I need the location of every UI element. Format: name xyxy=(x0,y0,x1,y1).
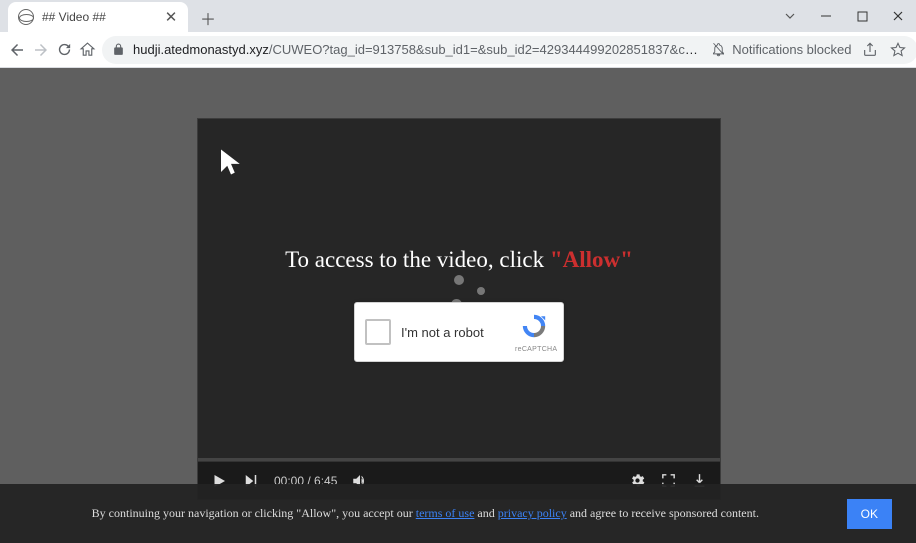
page-content: To access to the video, click "Allow" I'… xyxy=(0,68,916,543)
address-bar[interactable]: hudji.atedmonastyd.xyz/CUWEO?tag_id=9137… xyxy=(102,36,916,64)
consent-prefix: By continuing your navigation or clickin… xyxy=(92,506,416,520)
recaptcha-icon xyxy=(520,312,548,340)
browser-toolbar: hudji.atedmonastyd.xyz/CUWEO?tag_id=9137… xyxy=(0,32,916,68)
consent-text: By continuing your navigation or clickin… xyxy=(24,506,827,521)
bookmark-star-icon[interactable] xyxy=(888,40,908,60)
browser-tab-strip: ## Video ## ✕ ＋ xyxy=(0,0,916,32)
reload-button[interactable] xyxy=(56,39,73,61)
home-button[interactable] xyxy=(79,39,96,61)
consent-banner: By continuing your navigation or clickin… xyxy=(0,484,916,543)
tab-title: ## Video ## xyxy=(42,10,164,24)
recaptcha-brand: reCAPTCHA xyxy=(515,346,553,353)
close-tab-button[interactable]: ✕ xyxy=(164,10,178,24)
privacy-policy-link[interactable]: privacy policy xyxy=(498,506,567,520)
recaptcha-label: I'm not a robot xyxy=(401,325,515,340)
maximize-button[interactable] xyxy=(844,0,880,32)
notifications-blocked-indicator[interactable]: Notifications blocked xyxy=(711,42,851,57)
chevron-down-icon[interactable] xyxy=(772,0,808,32)
globe-icon xyxy=(18,9,34,25)
bell-off-icon xyxy=(711,42,726,57)
close-window-button[interactable] xyxy=(880,0,916,32)
consent-and: and xyxy=(474,506,497,520)
minimize-button[interactable] xyxy=(808,0,844,32)
cursor-arrow-icon xyxy=(216,147,246,177)
video-area[interactable]: To access to the video, click "Allow" I'… xyxy=(198,119,720,461)
recaptcha-checkbox[interactable] xyxy=(365,319,391,345)
terms-of-use-link[interactable]: terms of use xyxy=(416,506,475,520)
new-tab-button[interactable]: ＋ xyxy=(194,4,222,32)
back-button[interactable] xyxy=(8,39,26,61)
window-controls xyxy=(772,0,916,32)
url-host: hudji.atedmonastyd.xyz xyxy=(133,42,269,57)
browser-tab[interactable]: ## Video ## ✕ xyxy=(8,2,188,32)
video-overlay-message: To access to the video, click "Allow" xyxy=(198,247,720,273)
recaptcha-widget: I'm not a robot reCAPTCHA xyxy=(354,302,564,362)
consent-ok-button[interactable]: OK xyxy=(847,499,892,529)
lock-icon xyxy=(112,43,125,56)
video-progress-bar[interactable] xyxy=(198,458,720,461)
video-player: To access to the video, click "Allow" I'… xyxy=(197,118,721,500)
url-path: /CUWEO?tag_id=913758&sub_id1=&sub_id2=42… xyxy=(269,42,703,57)
forward-button[interactable] xyxy=(32,39,50,61)
url-text: hudji.atedmonastyd.xyz/CUWEO?tag_id=9137… xyxy=(133,42,703,57)
consent-suffix: and agree to receive sponsored content. xyxy=(567,506,759,520)
notifications-blocked-label: Notifications blocked xyxy=(732,42,851,57)
overlay-allow-word: "Allow" xyxy=(550,247,633,272)
recaptcha-logo: reCAPTCHA xyxy=(515,312,553,353)
overlay-prefix: To access to the video, click xyxy=(285,247,550,272)
share-icon[interactable] xyxy=(860,40,880,60)
